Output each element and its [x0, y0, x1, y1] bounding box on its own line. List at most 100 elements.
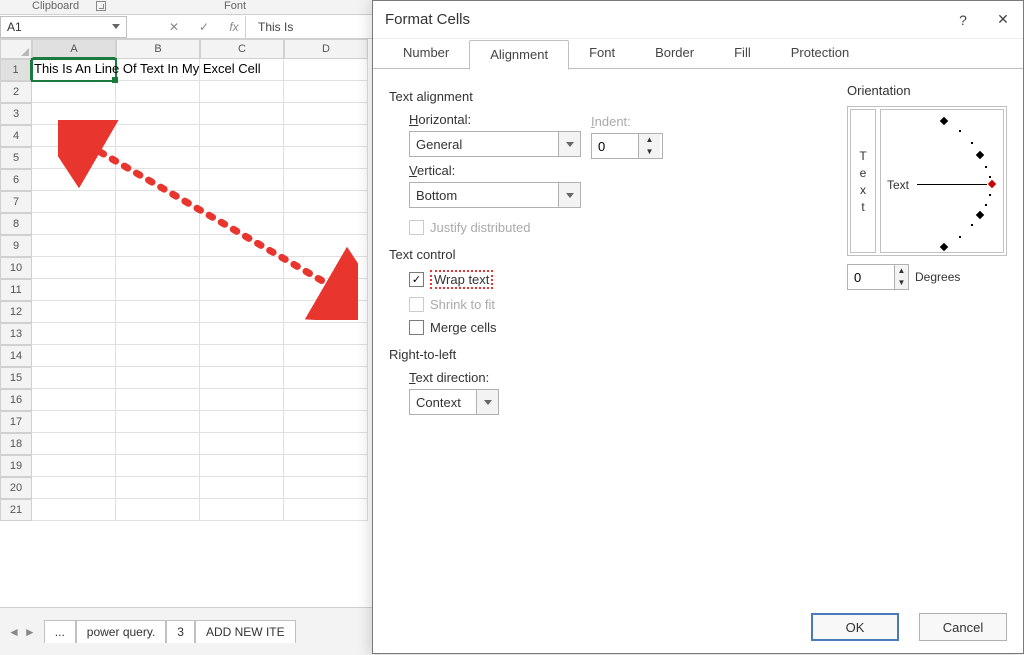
- cell[interactable]: [116, 389, 200, 411]
- orientation-dial[interactable]: Text: [880, 109, 1004, 253]
- cell[interactable]: [116, 257, 200, 279]
- cell[interactable]: [284, 213, 368, 235]
- cell[interactable]: [116, 279, 200, 301]
- row-header[interactable]: 19: [0, 455, 32, 477]
- cell[interactable]: [116, 433, 200, 455]
- row-header[interactable]: 16: [0, 389, 32, 411]
- cell[interactable]: [116, 411, 200, 433]
- cell[interactable]: [32, 411, 116, 433]
- cell[interactable]: [116, 367, 200, 389]
- row-header[interactable]: 9: [0, 235, 32, 257]
- cell[interactable]: [284, 499, 368, 521]
- cell[interactable]: [32, 191, 116, 213]
- cell[interactable]: [200, 433, 284, 455]
- row-header[interactable]: 2: [0, 81, 32, 103]
- row-header[interactable]: 5: [0, 147, 32, 169]
- name-box[interactable]: A1: [0, 16, 127, 38]
- cell[interactable]: [284, 81, 368, 103]
- cell[interactable]: [116, 169, 200, 191]
- cell[interactable]: [32, 147, 116, 169]
- cell[interactable]: [200, 367, 284, 389]
- cell[interactable]: [200, 411, 284, 433]
- cell[interactable]: [200, 345, 284, 367]
- cell[interactable]: [116, 323, 200, 345]
- enter-formula-icon[interactable]: ✓: [197, 20, 211, 34]
- fx-icon[interactable]: fx: [227, 20, 241, 34]
- cell[interactable]: [284, 389, 368, 411]
- cell[interactable]: [284, 279, 368, 301]
- cell[interactable]: [200, 213, 284, 235]
- cell[interactable]: [200, 81, 284, 103]
- spinner-down-icon[interactable]: ▼: [639, 146, 660, 158]
- row-header[interactable]: 8: [0, 213, 32, 235]
- row-header[interactable]: 7: [0, 191, 32, 213]
- cell[interactable]: [200, 477, 284, 499]
- orientation-vertical-text[interactable]: Text: [850, 109, 876, 253]
- clipboard-launcher-icon[interactable]: [96, 1, 106, 11]
- cell[interactable]: [200, 257, 284, 279]
- cell[interactable]: [284, 59, 368, 81]
- cell[interactable]: [116, 301, 200, 323]
- degrees-value[interactable]: [848, 265, 894, 289]
- column-header-d[interactable]: D: [284, 39, 368, 59]
- cell[interactable]: [284, 257, 368, 279]
- vertical-dropdown[interactable]: Bottom: [409, 182, 581, 208]
- cell[interactable]: [284, 125, 368, 147]
- horizontal-dropdown[interactable]: General: [409, 131, 581, 157]
- column-header-b[interactable]: B: [116, 39, 200, 59]
- cell[interactable]: [284, 345, 368, 367]
- dialog-titlebar[interactable]: Format Cells ? ✕: [373, 1, 1023, 39]
- cell[interactable]: [32, 323, 116, 345]
- row-header[interactable]: 10: [0, 257, 32, 279]
- row-header[interactable]: 4: [0, 125, 32, 147]
- cell[interactable]: [32, 345, 116, 367]
- cell[interactable]: [32, 499, 116, 521]
- cell[interactable]: [32, 235, 116, 257]
- cell[interactable]: [116, 235, 200, 257]
- indent-spinner[interactable]: ▲▼: [591, 133, 663, 159]
- select-all-triangle[interactable]: [0, 39, 32, 59]
- cell[interactable]: [32, 257, 116, 279]
- row-header[interactable]: 6: [0, 169, 32, 191]
- cell[interactable]: [116, 191, 200, 213]
- cell[interactable]: [284, 191, 368, 213]
- row-header[interactable]: 21: [0, 499, 32, 521]
- close-icon[interactable]: ✕: [983, 1, 1023, 39]
- cell[interactable]: [200, 103, 284, 125]
- tab-alignment[interactable]: Alignment: [469, 40, 569, 70]
- cell[interactable]: [200, 235, 284, 257]
- formula-bar-text[interactable]: This Is: [250, 20, 293, 34]
- cell[interactable]: [32, 389, 116, 411]
- sheet-tab-power-query[interactable]: power query.: [76, 620, 166, 643]
- cell[interactable]: [200, 125, 284, 147]
- cell[interactable]: [32, 279, 116, 301]
- cell[interactable]: [284, 147, 368, 169]
- tab-number[interactable]: Number: [383, 39, 469, 69]
- row-header[interactable]: 13: [0, 323, 32, 345]
- cell[interactable]: [200, 323, 284, 345]
- tab-border[interactable]: Border: [635, 39, 714, 69]
- row-header[interactable]: 11: [0, 279, 32, 301]
- cell[interactable]: [32, 433, 116, 455]
- row-header[interactable]: 20: [0, 477, 32, 499]
- cell[interactable]: [200, 147, 284, 169]
- cell[interactable]: [284, 301, 368, 323]
- tab-font[interactable]: Font: [569, 39, 635, 69]
- cell[interactable]: [116, 147, 200, 169]
- cell[interactable]: [200, 191, 284, 213]
- sheet-tab-ellipsis[interactable]: ...: [44, 620, 76, 643]
- cell[interactable]: [116, 477, 200, 499]
- cell[interactable]: [32, 477, 116, 499]
- cell[interactable]: [32, 367, 116, 389]
- spinner-up-icon[interactable]: ▲: [639, 134, 660, 146]
- sheet-tab-add-new[interactable]: ADD NEW ITE: [195, 620, 296, 643]
- cell[interactable]: [116, 125, 200, 147]
- name-box-dropdown-icon[interactable]: [109, 20, 123, 34]
- cell[interactable]: [284, 323, 368, 345]
- row-header[interactable]: 14: [0, 345, 32, 367]
- tab-protection[interactable]: Protection: [771, 39, 870, 69]
- cell[interactable]: [116, 345, 200, 367]
- cell[interactable]: [284, 433, 368, 455]
- cell[interactable]: [200, 389, 284, 411]
- wrap-text-checkbox[interactable]: [409, 272, 424, 287]
